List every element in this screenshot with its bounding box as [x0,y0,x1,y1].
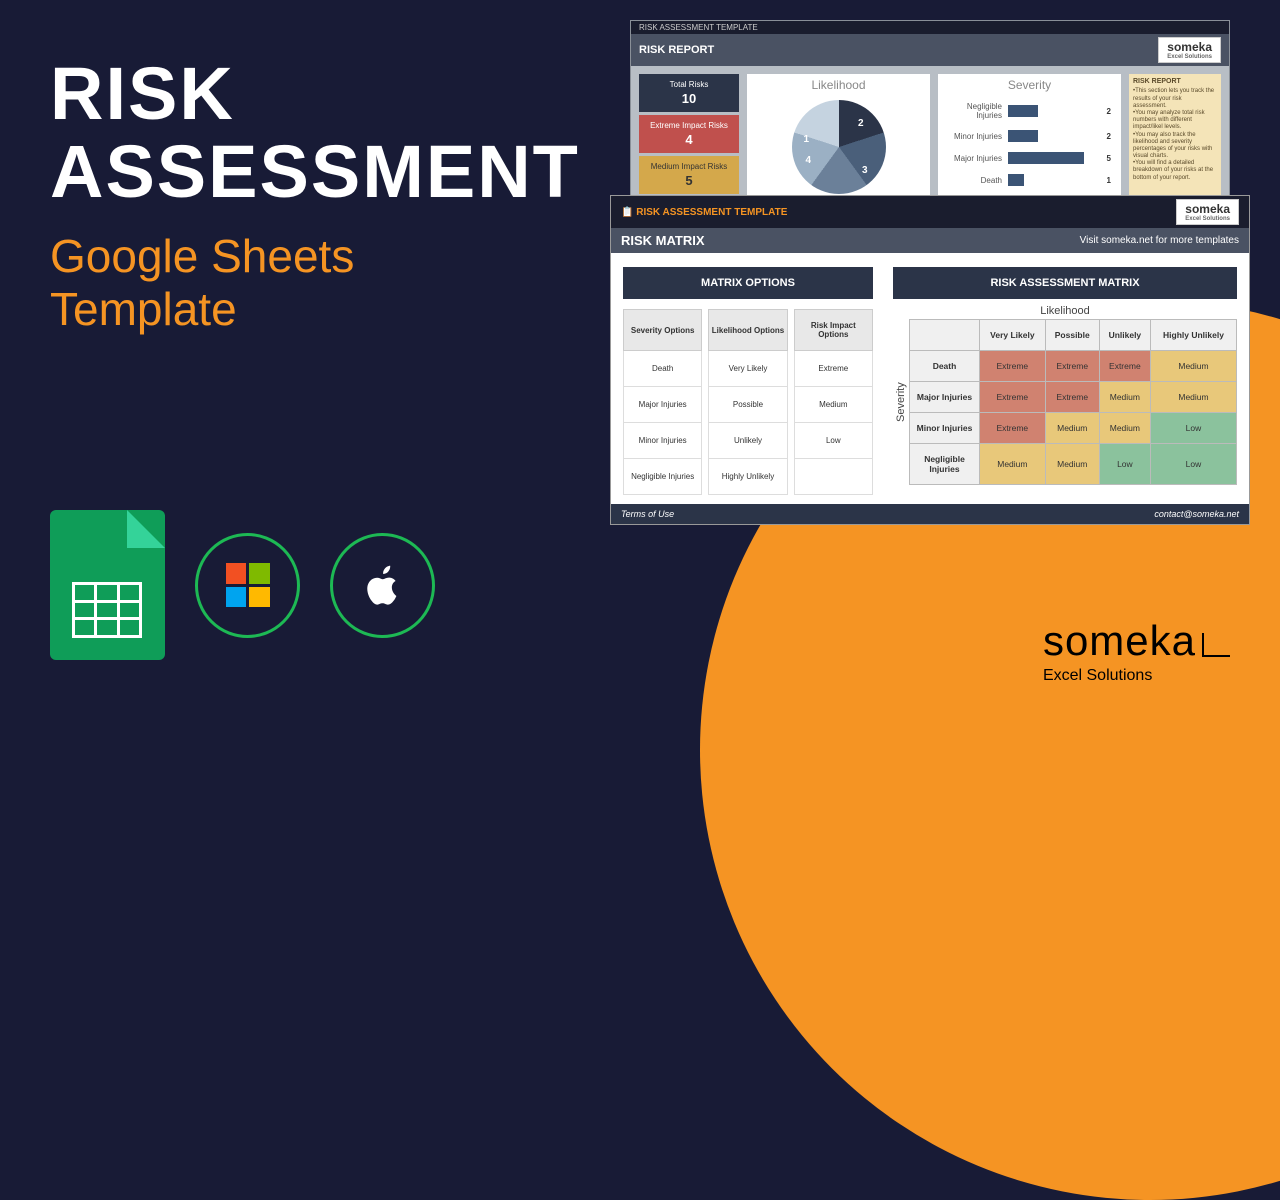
someka-logo: someka Excel Solutions [1043,617,1230,685]
brand-name: someka [1043,617,1196,665]
severity-options-col: Severity Options DeathMajor InjuriesMino… [623,309,702,495]
hero-subtitle: Google Sheets Template [50,230,354,336]
visit-link[interactable]: Visit someka.net for more templates [1080,235,1239,246]
matrix-ribbon-title: RISK MATRIX [621,233,705,248]
risk-matrix-screenshot: 📋 RISK ASSESSMENT TEMPLATE somekaExcel S… [610,195,1250,525]
title-line-1: RISK [50,55,580,133]
apple-icon [330,533,435,638]
contact-email[interactable]: contact@someka.net [1154,509,1239,519]
matrix-ribbon: RISK MATRIX Visit someka.net for more te… [611,228,1249,253]
hero-title: RISK ASSESSMENT [50,55,580,210]
google-sheets-icon [50,510,165,660]
subtitle-line-2: Template [50,283,354,336]
matrix-footer: Terms of Use contact@someka.net [611,504,1249,524]
risk-matrix-section: RISK ASSESSMENT MATRIX Likelihood Severi… [893,267,1237,495]
brand-tagline: Excel Solutions [1043,667,1230,685]
matrix-topbar: 📋 RISK ASSESSMENT TEMPLATE somekaExcel S… [611,196,1249,228]
kpi-medium: Medium Impact Risks5 [639,156,739,194]
pie-chart-icon: 23 41 [792,100,886,194]
windows-icon [195,533,300,638]
terms-link[interactable]: Terms of Use [621,509,674,519]
bar-chart-icon [1202,633,1230,657]
report-ribbon: RISK REPORT somekaExcel Solutions [631,34,1229,66]
impact-options-col: Risk Impact Options ExtremeMediumLow [794,309,873,495]
platform-icons-row [50,510,435,660]
kpi-extreme: Extreme Impact Risks4 [639,115,739,153]
subtitle-line-1: Google Sheets [50,230,354,283]
matrix-options-section: MATRIX OPTIONS Severity Options DeathMaj… [623,267,873,495]
report-ribbon-title: RISK REPORT [639,44,714,56]
likelihood-options-col: Likelihood Options Very LikelyPossibleUn… [708,309,787,495]
risk-report-screenshot: RISK ASSESSMENT TEMPLATE RISK REPORT som… [630,20,1230,220]
kpi-total: Total Risks10 [639,74,739,112]
title-line-2: ASSESSMENT [50,133,580,211]
report-topbar: RISK ASSESSMENT TEMPLATE [631,21,1229,34]
risk-matrix-table: Very LikelyPossibleUnlikelyHighly Unlike… [909,319,1237,485]
someka-badge-small: somekaExcel Solutions [1158,37,1221,63]
someka-badge-small: somekaExcel Solutions [1176,199,1239,225]
